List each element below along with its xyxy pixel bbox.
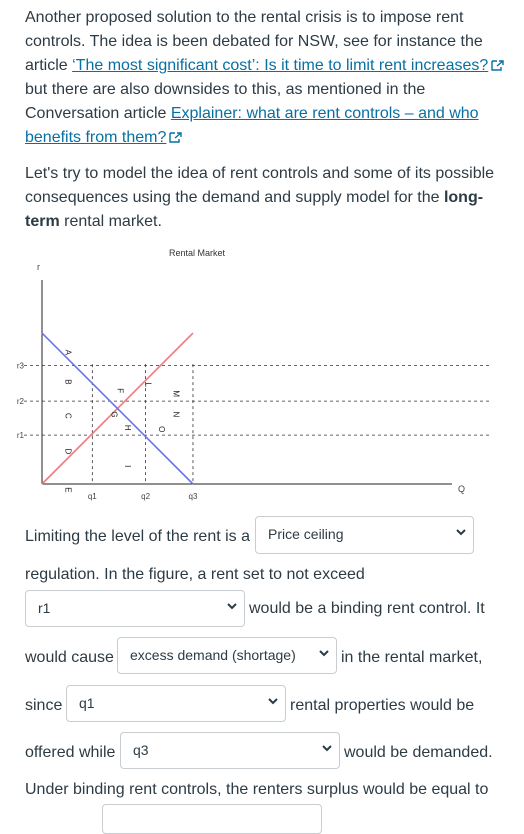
x-tick-q2: q2 xyxy=(141,492,150,501)
chart-area-labels: A B C D E F G H I L M N O xyxy=(64,350,181,493)
area-label-D: D xyxy=(64,449,73,455)
question-text-1: Limiting the level of the rent is a xyxy=(25,528,251,545)
chart-tick-labels: r3 r2 r1 q1 q2 q3 xyxy=(17,362,198,501)
area-label-G: G xyxy=(110,411,119,417)
x-tick-q3: q3 xyxy=(189,492,198,501)
chart-guides xyxy=(24,364,490,484)
chart-series xyxy=(41,332,194,485)
renters-surplus-dropdown[interactable] xyxy=(102,804,322,834)
area-label-M: M xyxy=(172,390,181,397)
y-axis-label: r xyxy=(37,262,40,272)
area-label-B: B xyxy=(64,379,73,384)
question-text-8: offered while xyxy=(25,744,116,761)
chart-axes xyxy=(41,280,452,485)
chevron-down-icon xyxy=(319,650,329,657)
area-label-I: I xyxy=(123,465,132,467)
question-text-3: would be a binding rent control. It xyxy=(249,600,485,617)
regulation-type-dropdown[interactable]: Price ceiling xyxy=(255,516,474,554)
area-label-O: O xyxy=(157,426,166,432)
chart-title: Rental Market xyxy=(169,248,226,258)
market-effect-value: excess demand (shortage) xyxy=(130,647,296,663)
chevron-down-icon xyxy=(227,603,237,610)
chevron-down-icon xyxy=(322,745,332,752)
intro-text-2a: Let's try to model the idea of rent cont… xyxy=(25,165,495,206)
intro-paragraph-1: Another proposed solution to the rental … xyxy=(25,6,515,150)
x-tick-q1: q1 xyxy=(88,492,97,501)
article-link-rent-increases[interactable]: ‘The most significant cost’: Is it time … xyxy=(72,57,488,74)
question-text-9: would be demanded. xyxy=(344,744,493,761)
chevron-down-icon xyxy=(268,698,278,705)
market-effect-dropdown[interactable]: excess demand (shortage) xyxy=(117,637,337,674)
area-label-A: A xyxy=(64,350,73,356)
x-axis-label: Q xyxy=(458,484,465,494)
question-text-10: Under binding rent controls, the renters… xyxy=(25,781,489,798)
question-text-5: in the rental market, xyxy=(341,649,483,666)
rent-level-value: r1 xyxy=(38,600,51,616)
area-label-L: L xyxy=(144,383,153,388)
area-label-N: N xyxy=(172,412,181,418)
intro-text-2b: rental market. xyxy=(59,213,162,230)
y-tick-r2: r2 xyxy=(17,397,25,406)
quantity-demanded-dropdown[interactable]: q3 xyxy=(120,732,340,769)
external-link-icon xyxy=(169,132,183,143)
question-text-6: since xyxy=(25,697,63,714)
y-tick-r3: r3 xyxy=(17,362,25,371)
external-link-icon xyxy=(491,60,504,71)
area-label-C: C xyxy=(64,413,73,419)
quantity-supplied-dropdown[interactable]: q1 xyxy=(66,685,286,722)
quantity-supplied-value: q1 xyxy=(79,695,95,711)
intro-paragraph-2: Let's try to model the idea of rent cont… xyxy=(25,162,515,234)
question-text-7: rental properties would be xyxy=(290,697,475,714)
rental-market-chart: Rental Market r Q r3 r2 r1 q1 q2 q3 A B C D E F G H I… xyxy=(17,248,490,501)
rent-level-dropdown[interactable]: r1 xyxy=(25,590,245,627)
area-label-E: E xyxy=(64,487,73,492)
regulation-type-value: Price ceiling xyxy=(268,526,344,542)
quantity-demanded-value: q3 xyxy=(133,742,149,758)
area-label-H: H xyxy=(123,425,132,431)
y-tick-r1: r1 xyxy=(17,431,25,440)
area-label-F: F xyxy=(115,388,124,393)
chevron-down-icon xyxy=(456,529,466,536)
question-text-4: would cause xyxy=(25,649,114,666)
question-text-2: regulation. In the figure, a rent set to… xyxy=(25,566,365,583)
